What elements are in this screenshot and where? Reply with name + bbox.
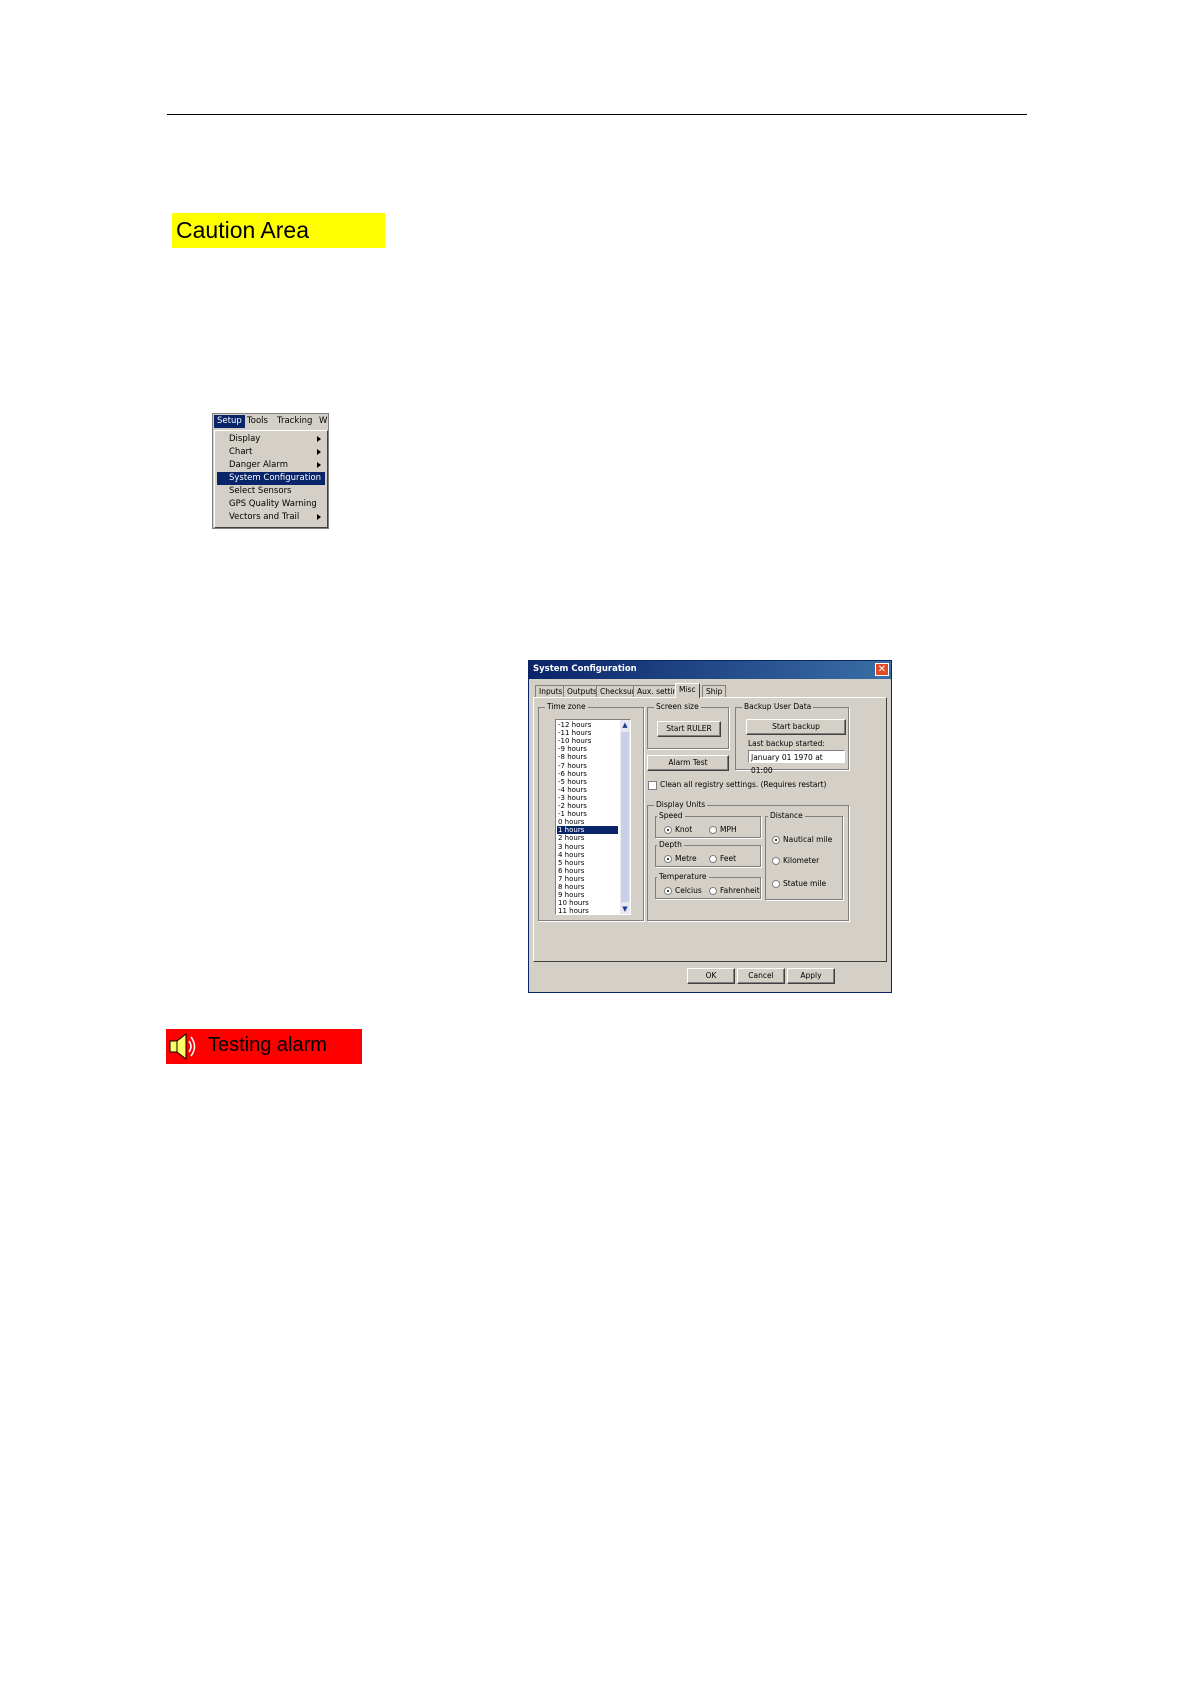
time-zone-item[interactable]: 9 hours [557,891,618,899]
header-rule [167,114,1027,115]
menu-window[interactable]: W [316,415,330,428]
submenu-arrow-icon [317,462,321,468]
distance-nautical-mile-radio[interactable] [772,836,780,844]
menu-tracking[interactable]: Tracking [274,415,315,428]
depth-label: Depth [657,840,684,849]
speed-knot-label: Knot [675,825,693,834]
last-backup-field: January 01 1970 at 01:00 [748,750,845,775]
menu-item-chart[interactable]: Chart [217,446,325,459]
tab-misc[interactable]: Misc [675,683,700,698]
time-zone-item[interactable]: 7 hours [557,875,618,883]
time-zone-item[interactable]: 0 hours [557,818,618,826]
scroll-thumb[interactable] [621,732,629,902]
menu-item-gps-quality-warning[interactable]: GPS Quality Warning [217,498,325,511]
submenu-arrow-icon [317,436,321,442]
close-icon[interactable]: ✕ [875,663,889,676]
menu-item-danger-alarm[interactable]: Danger Alarm [217,459,325,472]
time-zone-item[interactable]: -7 hours [557,762,618,770]
depth-metre-radio[interactable] [664,855,672,863]
scroll-down-icon[interactable]: ▼ [620,904,630,914]
testing-alarm-label: Testing alarm [166,1029,362,1064]
speed-label: Speed [657,811,685,820]
time-zone-item[interactable]: -10 hours [557,737,618,745]
display-units-label: Display Units [654,800,708,809]
submenu-arrow-icon [317,449,321,455]
speed-mph-radio[interactable] [709,826,717,834]
apply-button[interactable]: Apply [787,968,835,984]
time-zone-scrollbar[interactable]: ▲ ▼ [620,720,630,914]
temperature-celcius-label: Celcius [675,886,702,895]
submenu-arrow-icon [317,514,321,520]
alarm-test-button[interactable]: Alarm Test [647,755,729,771]
clean-registry-checkbox[interactable] [648,781,657,790]
dialog-title: System Configuration [533,664,637,674]
temperature-celcius-radio[interactable] [664,887,672,895]
depth-metre-label: Metre [675,854,697,863]
screen-size-label: Screen size [654,702,701,711]
time-zone-item[interactable]: -2 hours [557,802,618,810]
system-configuration-dialog: System Configuration ✕ Inputs Outputs Ch… [528,660,892,993]
temperature-label: Temperature [657,872,709,881]
time-zone-item[interactable]: -5 hours [557,778,618,786]
menu-item-vectors-and-trail[interactable]: Vectors and Trail [217,511,325,524]
distance-kilometer-radio[interactable] [772,857,780,865]
menu-bar: Setup Tools Tracking W [213,414,328,429]
distance-label: Distance [768,811,805,820]
time-zone-item[interactable]: -9 hours [557,745,618,753]
start-backup-button[interactable]: Start backup [746,719,846,735]
distance-statue-mile-radio[interactable] [772,880,780,888]
setup-menu-list: Display Chart Danger Alarm System Config… [214,430,328,528]
depth-feet-radio[interactable] [709,855,717,863]
start-ruler-button[interactable]: Start RULER [657,721,721,737]
distance-kilometer-label: Kilometer [783,856,820,865]
distance-nautical-mile-label: Nautical mile [783,835,833,844]
time-zone-item[interactable]: 3 hours [557,843,618,851]
time-zone-label: Time zone [545,702,588,711]
time-zone-item[interactable]: 4 hours [557,851,618,859]
backup-user-data-label: Backup User Data [742,702,814,711]
time-zone-item[interactable]: -4 hours [557,786,618,794]
speed-knot-radio[interactable] [664,826,672,834]
time-zone-item[interactable]: -11 hours [557,729,618,737]
time-zone-item[interactable]: -3 hours [557,794,618,802]
time-zone-item[interactable]: 11 hours [557,907,618,914]
time-zone-item[interactable]: -1 hours [557,810,618,818]
temperature-fahrenheit-radio[interactable] [709,887,717,895]
setup-menu: Setup Tools Tracking W Display Chart Dan… [212,413,329,529]
menu-item-system-configuration[interactable]: System Configuration [217,472,325,485]
speed-mph-label: MPH [720,825,737,834]
time-zone-item[interactable]: 5 hours [557,859,618,867]
caution-area-label: Caution Area [172,213,385,248]
cancel-button[interactable]: Cancel [737,968,785,984]
menu-item-select-sensors[interactable]: Select Sensors [217,485,325,498]
time-zone-item[interactable]: 2 hours [557,834,618,842]
time-zone-item[interactable]: -6 hours [557,770,618,778]
menu-item-display[interactable]: Display [217,433,325,446]
temperature-fahrenheit-label: Fahrenheit [720,886,760,895]
time-zone-item[interactable]: 6 hours [557,867,618,875]
menu-tools[interactable]: Tools [244,415,271,428]
time-zone-item[interactable]: 10 hours [557,899,618,907]
clean-registry-label: Clean all registry settings. (Requires r… [660,780,827,789]
scroll-up-icon[interactable]: ▲ [620,720,630,730]
depth-feet-label: Feet [720,854,737,863]
speaker-icon [169,1032,196,1061]
time-zone-item[interactable]: -8 hours [557,753,618,761]
dialog-title-bar[interactable]: System Configuration ✕ [529,661,891,679]
ok-button[interactable]: OK [687,968,735,984]
time-zone-item[interactable]: 1 hours [557,826,618,835]
menu-setup[interactable]: Setup [214,415,245,428]
time-zone-list[interactable]: -12 hours -11 hours -10 hours -9 hours -8 ho… [555,719,631,915]
distance-statue-mile-label: Statue mile [783,879,827,888]
time-zone-item[interactable]: -12 hours [557,721,618,729]
time-zone-item[interactable]: 8 hours [557,883,618,891]
last-backup-label: Last backup started: [748,739,825,748]
